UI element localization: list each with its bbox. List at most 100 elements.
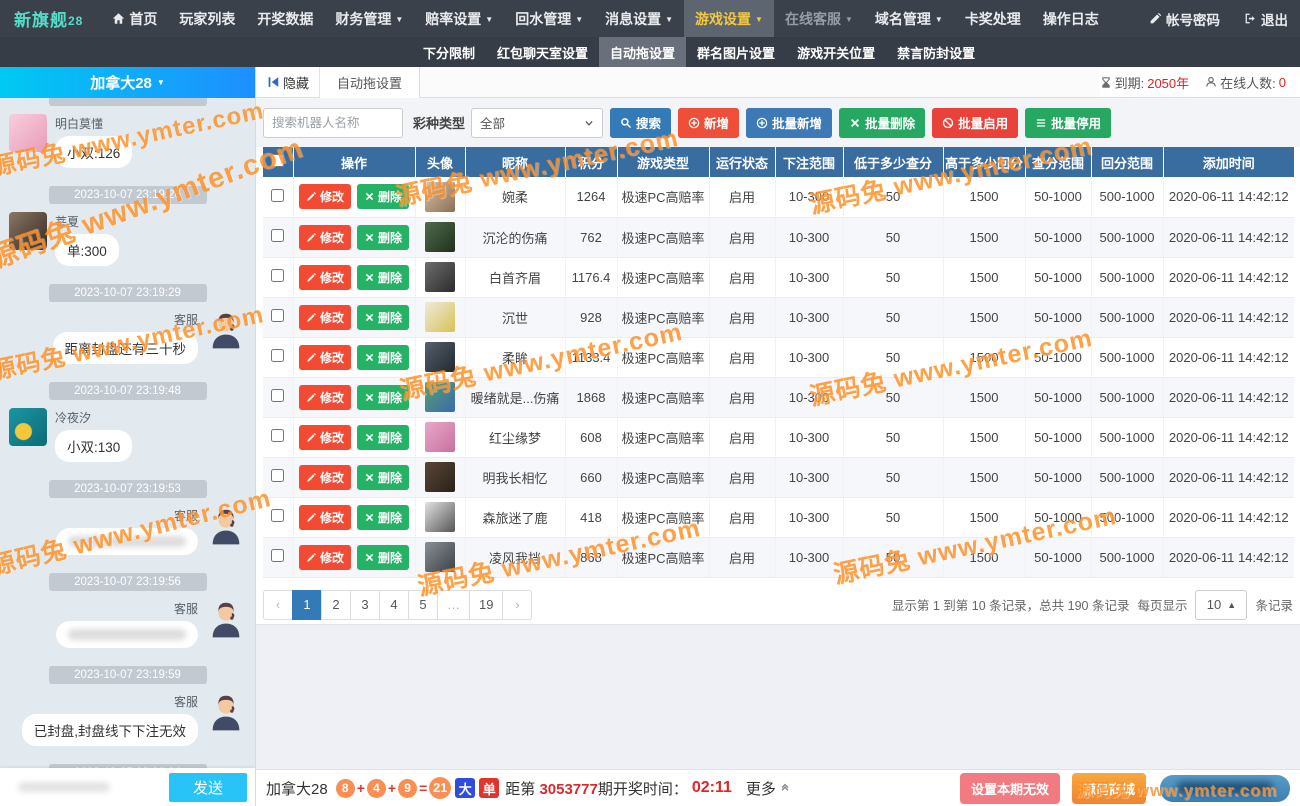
nickname-cell: 明我长相忆 (465, 457, 565, 497)
back-range-cell: 500-1000 (1091, 377, 1163, 417)
sub-nav-item[interactable]: 红包聊天室设置 (486, 37, 599, 67)
page-button[interactable]: 3 (350, 590, 380, 620)
row-checkbox[interactable] (271, 269, 284, 282)
delete-button[interactable]: 删除 (357, 425, 409, 450)
toolbar-button-plus[interactable]: 批量新增 (746, 108, 832, 138)
game-type-cell: 极速PC高赔率 (617, 497, 709, 537)
delete-button[interactable]: 删除 (357, 505, 409, 530)
row-checkbox[interactable] (271, 189, 284, 202)
edit-button[interactable]: 修改 (299, 385, 351, 410)
plus-sign: + (388, 780, 396, 796)
user-avatar (9, 212, 47, 250)
select-all-checkbox[interactable] (271, 154, 284, 167)
toolbar-button-label: 新增 (704, 113, 729, 132)
send-button[interactable]: 发送 (169, 773, 247, 802)
edit-button[interactable]: 修改 (299, 305, 351, 330)
row-checkbox[interactable] (271, 469, 284, 482)
tab-auto-drag-settings[interactable]: 自动拖设置 (320, 67, 420, 98)
sub-nav-item[interactable]: 游戏开关位置 (786, 37, 886, 67)
page-ellipsis[interactable]: … (437, 590, 470, 620)
sub-nav-item[interactable]: 自动拖设置 (599, 37, 686, 67)
edit-button[interactable]: 修改 (299, 265, 351, 290)
per-page-select[interactable]: 10 ▲ (1195, 590, 1247, 620)
page-button[interactable]: 2 (321, 590, 351, 620)
toolbar-button-x[interactable]: 批量删除 (839, 108, 925, 138)
delete-button[interactable]: 删除 (357, 265, 409, 290)
top-nav-item[interactable]: 财务管理▼ (324, 0, 414, 37)
row-checkbox[interactable] (271, 389, 284, 402)
top-nav-item[interactable]: 游戏设置▼ (684, 0, 774, 37)
toolbar-button-list[interactable]: 批量停用 (1025, 108, 1111, 138)
edit-button[interactable]: 修改 (299, 465, 351, 490)
below-score-cell: 50 (843, 377, 943, 417)
lottery-type-select[interactable]: 全部 (471, 108, 603, 138)
row-checkbox[interactable] (271, 429, 284, 442)
below-score-cell: 50 (843, 217, 943, 257)
next-page-button[interactable]: › (502, 590, 532, 620)
blurred-button-text (1177, 782, 1273, 794)
top-nav-item[interactable]: 玩家列表 (168, 0, 246, 37)
hide-sidebar-button[interactable]: 隐藏 (256, 67, 320, 97)
row-checkbox[interactable] (271, 229, 284, 242)
top-nav-item-label: 开奖数据 (257, 9, 313, 29)
page-button[interactable]: 19 (469, 590, 503, 620)
delete-button[interactable]: 删除 (357, 225, 409, 250)
edit-label: 修改 (320, 469, 344, 486)
delete-button[interactable]: 删除 (357, 184, 409, 209)
page-button[interactable]: 4 (379, 590, 409, 620)
blurred-action-button[interactable] (1160, 775, 1290, 802)
row-checkbox[interactable] (271, 309, 284, 322)
top-nav-item[interactable]: 消息设置▼ (594, 0, 684, 37)
row-checkbox[interactable] (271, 549, 284, 562)
top-nav-item[interactable]: 赔率设置▼ (414, 0, 504, 37)
page-button[interactable]: 1 (292, 590, 322, 620)
back-range-cell: 500-1000 (1091, 297, 1163, 337)
delete-button[interactable]: 删除 (357, 465, 409, 490)
toolbar-button-ban[interactable]: 批量启用 (932, 108, 1018, 138)
issue-number: 3053777 (539, 781, 597, 798)
delete-button[interactable]: 删除 (357, 545, 409, 570)
nickname-cell: 婉柔 (465, 177, 565, 217)
prev-page-button[interactable]: ‹ (263, 590, 293, 620)
more-button[interactable]: 更多 (746, 778, 791, 799)
room-selector[interactable]: 加拿大28 ▼ (0, 67, 255, 98)
page-button[interactable]: 5 (408, 590, 438, 620)
chat-message-list[interactable]: 明白莫懂小双:1262023-10-07 23:19:26莘夏单:3002023… (0, 98, 255, 768)
delete-button[interactable]: 删除 (357, 345, 409, 370)
sub-nav-item[interactable]: 下分限制 (412, 37, 486, 67)
plus-sign: + (357, 780, 365, 796)
delete-button[interactable]: 删除 (357, 305, 409, 330)
top-nav-item[interactable]: 卡奖处理 (954, 0, 1032, 37)
top-nav-item[interactable]: 首页 (101, 0, 168, 37)
account-password-button[interactable]: 帐号密码 (1137, 0, 1232, 37)
top-nav-item[interactable]: 回水管理▼ (504, 0, 594, 37)
edit-button[interactable]: 修改 (299, 425, 351, 450)
row-checkbox[interactable] (271, 349, 284, 362)
edit-button[interactable]: 修改 (299, 545, 351, 570)
sub-nav-item[interactable]: 群名图片设置 (686, 37, 786, 67)
logout-button[interactable]: 退出 (1232, 0, 1300, 37)
chat-text-input[interactable] (8, 774, 169, 800)
sub-nav-item[interactable]: 禁言防封设置 (886, 37, 986, 67)
edit-button[interactable]: 修改 (299, 225, 351, 250)
edit-button[interactable]: 修改 (299, 345, 351, 370)
draw-result-group: 8+4+9=21大单 (336, 777, 500, 799)
set-invalid-button[interactable]: 设置本期无效 (960, 773, 1060, 804)
edit-button[interactable]: 修改 (299, 505, 351, 530)
search-input[interactable] (263, 108, 403, 138)
robot-avatar (425, 542, 455, 572)
delete-button[interactable]: 删除 (357, 385, 409, 410)
top-nav-item[interactable]: 开奖数据 (246, 0, 324, 37)
chat-input-bar: 发送 (0, 768, 255, 806)
row-checkbox[interactable] (271, 509, 284, 522)
edit-button[interactable]: 修改 (299, 184, 351, 209)
column-header: 积分 (565, 147, 617, 177)
chevron-down-icon: ▼ (575, 15, 583, 24)
toolbar-button-plus[interactable]: 新增 (678, 108, 739, 138)
added-time-cell: 2020-06-11 14:42:12 (1163, 337, 1294, 377)
top-nav-item[interactable]: 操作日志 (1032, 0, 1110, 37)
toolbar-button-search[interactable]: 搜索 (610, 108, 671, 138)
top-nav-item[interactable]: 在线客服▼ (774, 0, 864, 37)
top-nav-item[interactable]: 域名管理▼ (864, 0, 954, 37)
source-shop-button[interactable]: 源码商城 (1072, 773, 1146, 804)
